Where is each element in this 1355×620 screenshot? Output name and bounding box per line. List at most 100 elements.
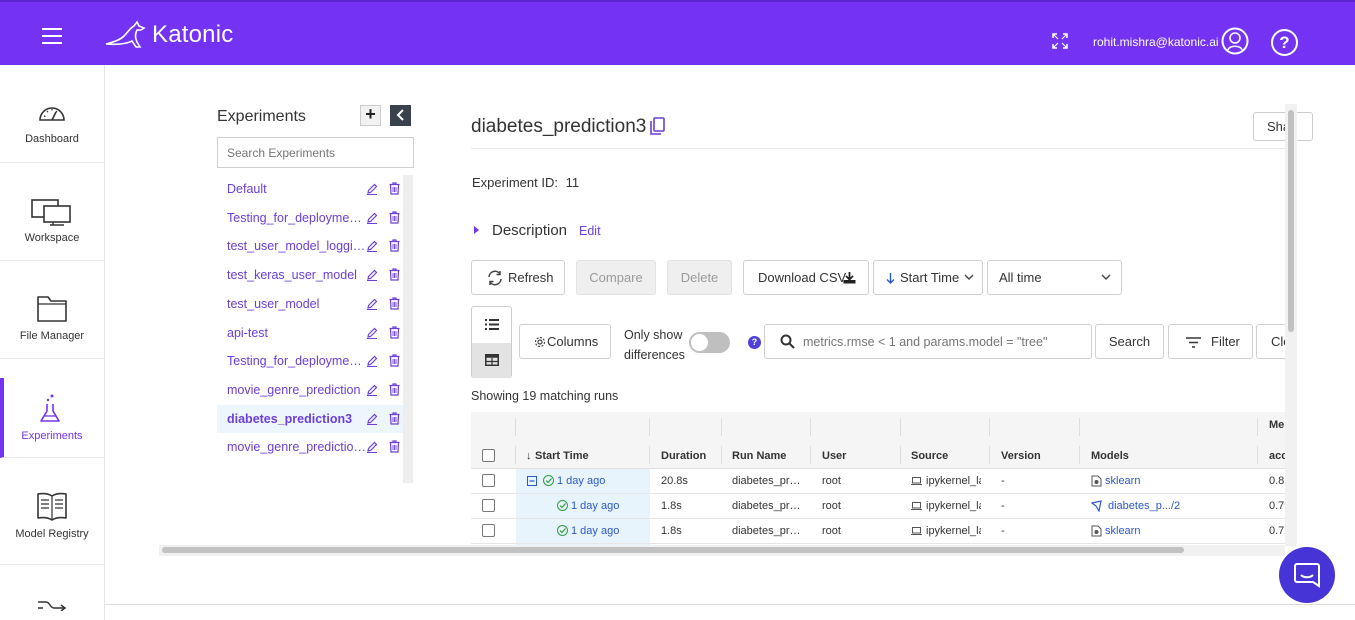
source-cell[interactable]: ipykernel_launcher [926,475,981,487]
experiment-list-item[interactable]: diabetes_prediction3 [217,404,403,433]
compare-button[interactable]: Compare [576,260,656,295]
trash-icon[interactable] [389,411,400,425]
experiment-list-item[interactable]: movie_genre_prediction [217,376,403,404]
search-experiments-input[interactable] [217,137,414,168]
delete-button[interactable]: Delete [667,260,732,295]
list-view-button[interactable] [472,307,511,342]
source-cell[interactable]: ipykernel_launcher [926,500,981,512]
model-link[interactable]: sklearn [1105,475,1140,487]
experiment-list-item[interactable]: test_keras_user_model [217,261,403,289]
refresh-button[interactable]: Refresh [471,260,565,295]
columns-button[interactable]: Columns [519,324,611,359]
only-show-differences-toggle[interactable] [689,332,730,353]
edit-icon[interactable] [366,413,378,425]
experiment-list-item[interactable]: Testing_for_deployment_of_model [217,204,403,232]
experiment-name[interactable]: movie_genre_prediction_2 [227,440,366,454]
experiment-name[interactable]: api-test [227,326,366,340]
share-button[interactable]: Sha [1253,112,1313,141]
time-range-select[interactable]: All time [987,260,1122,295]
row-checkbox[interactable] [482,499,495,512]
metric-header[interactable]: acc [1269,450,1285,462]
sort-select[interactable]: Start Time [873,260,983,295]
duration-header[interactable]: Duration [661,450,706,462]
trash-icon[interactable] [389,383,400,396]
experiment-name[interactable]: diabetes_prediction3 [227,412,366,426]
user-header[interactable]: User [822,450,846,462]
start-time-link[interactable]: 1 day ago [571,500,619,512]
model-link[interactable]: diabetes_p.../2 [1108,500,1180,512]
collapse-toggle-icon[interactable] [527,476,537,486]
experiment-name[interactable]: Testing_for_deployment_of_model_2 [227,354,366,368]
edit-icon[interactable] [366,240,378,253]
table-view-button[interactable] [472,343,511,378]
model-link[interactable]: sklearn [1105,525,1140,537]
table-row[interactable]: 1 day ago 1.8s diabetes_prediction root ipyk… [471,519,1285,544]
experiment-list-item[interactable]: test_user_model_logging [217,232,403,260]
sidebar-item-file-manager[interactable]: File Manager [0,261,104,359]
trash-icon[interactable] [389,239,400,252]
description-edit-link[interactable]: Edit [579,224,601,238]
trash-icon[interactable] [389,182,400,195]
start-time-link[interactable]: 1 day ago [557,475,605,487]
user-avatar-icon[interactable] [1221,27,1249,55]
run-search-input[interactable] [803,331,1083,353]
experiments-list-scrollbar[interactable] [403,175,413,483]
fullscreen-icon[interactable] [1052,33,1068,49]
trash-icon[interactable] [389,211,400,224]
user-email[interactable]: rohit.mishra@katonic.ai [1093,35,1219,49]
search-button[interactable]: Search [1095,324,1164,359]
source-header[interactable]: Source [911,450,948,462]
edit-icon[interactable] [366,327,378,339]
table-row[interactable]: 1 day ago 20.8s diabetes_prediction root ipy… [471,469,1285,494]
sidebar-item-workspace[interactable]: Workspace [0,163,104,261]
experiment-name[interactable]: movie_genre_prediction [227,383,366,397]
trash-icon[interactable] [389,297,400,310]
edit-icon[interactable] [366,183,378,195]
start-time-header[interactable]: Start Time [535,450,589,462]
run-name-cell[interactable]: diabetes_prediction [732,525,802,537]
experiment-name[interactable]: test_keras_user_model [227,268,366,282]
scrollbar-thumb[interactable] [1288,110,1294,332]
edit-icon[interactable] [366,384,378,396]
help-icon[interactable]: ? [1271,29,1298,56]
add-experiment-button[interactable]: + [360,105,381,126]
trash-icon[interactable] [389,268,400,281]
experiment-list-item[interactable]: Default [217,175,403,203]
vertical-scrollbar[interactable] [1285,104,1297,546]
start-time-link[interactable]: 1 day ago [571,525,619,537]
table-row[interactable]: 1 day ago 1.8s diabetes_prediction root ipyk… [471,494,1285,519]
version-header[interactable]: Version [1001,450,1041,462]
row-checkbox[interactable] [482,474,495,487]
sidebar-item-experiments[interactable]: Experiments [0,378,104,458]
trash-icon[interactable] [389,440,400,453]
experiment-list-item[interactable]: test_user_model [217,290,403,318]
caret-right-icon[interactable] [474,226,479,234]
info-icon[interactable]: ? [748,336,761,349]
experiment-name[interactable]: test_user_model_logging [227,239,366,253]
sidebar-item-model-registry[interactable]: Model Registry [0,467,104,565]
experiment-name[interactable]: Default [227,182,366,196]
description-label[interactable]: Description [492,222,567,239]
source-cell[interactable]: ipykernel_launcher [926,525,981,537]
filter-button[interactable]: Filter [1168,324,1253,359]
trash-icon[interactable] [389,354,400,367]
edit-icon[interactable] [366,269,378,282]
models-header[interactable]: Models [1091,450,1129,462]
horizontal-scrollbar[interactable] [159,545,1285,556]
run-name-cell[interactable]: diabetes_prediction [732,500,802,512]
experiment-list-item[interactable]: Testing_for_deployment_of_model_2 [217,347,403,375]
sidebar-item-pipelines[interactable] [0,565,104,620]
edit-icon[interactable] [366,298,378,310]
copy-icon[interactable] [650,117,665,135]
katonic-logo[interactable]: Katonic [104,18,233,52]
experiment-list-item[interactable]: movie_genre_prediction_2 [217,433,403,461]
edit-icon[interactable] [366,355,378,368]
scrollbar-thumb[interactable] [162,547,1184,553]
chat-widget-button[interactable] [1279,547,1335,603]
experiment-list-item[interactable]: api-test [217,319,403,347]
edit-icon[interactable] [366,212,378,224]
collapse-panel-button[interactable] [390,105,411,126]
run-name-cell[interactable]: diabetes_prediction [732,475,802,487]
edit-icon[interactable] [366,441,378,454]
trash-icon[interactable] [389,325,400,339]
